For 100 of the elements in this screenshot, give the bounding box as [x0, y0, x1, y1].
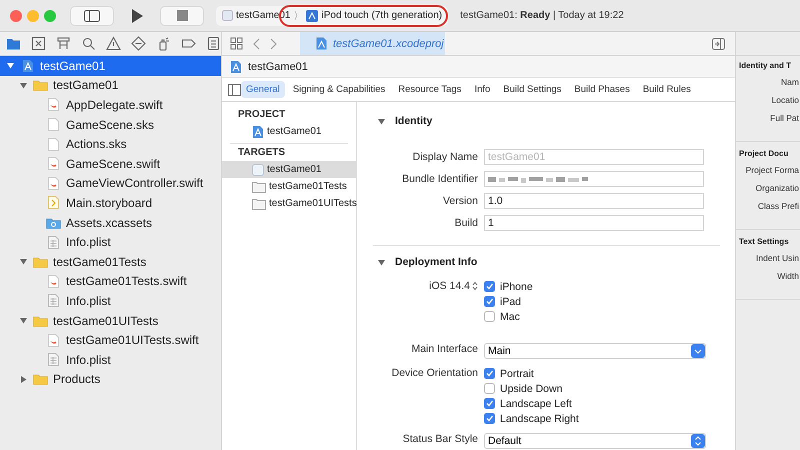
deployment-target[interactable]: iOS 14.4	[429, 280, 470, 292]
settings-tab[interactable]: Info	[469, 81, 496, 98]
stop-button[interactable]	[160, 6, 204, 26]
chevron-icon	[691, 344, 705, 358]
diamond-icon[interactable]	[131, 36, 146, 51]
folder-icon[interactable]	[6, 36, 21, 51]
checkbox[interactable]	[484, 398, 495, 409]
disclosure-triangle-icon[interactable]	[19, 316, 28, 326]
hierarchy-icon[interactable]	[56, 36, 71, 51]
navigator-row[interactable]: testGame01	[0, 56, 221, 76]
checkbox[interactable]	[484, 296, 495, 307]
text-field[interactable]	[484, 171, 704, 187]
file-name: testGame01UITests.swift	[66, 333, 199, 348]
swift-file-icon	[48, 274, 59, 288]
source-control-icon[interactable]	[31, 36, 46, 51]
property-list-icon	[48, 236, 59, 249]
navigator-row[interactable]: testGame01	[0, 76, 221, 96]
inspector-label: Project Forma	[744, 164, 800, 177]
navigator-row[interactable]: Products	[0, 370, 221, 390]
folder-icon	[33, 373, 48, 386]
navigator-row[interactable]: Info.plist	[0, 232, 221, 252]
navigator-row[interactable]: Actions.sks	[0, 134, 221, 154]
project-file-icon	[252, 124, 264, 138]
device-icon	[306, 10, 318, 22]
navigator-row[interactable]: testGame01Tests.swift	[0, 272, 221, 292]
project-file-icon	[22, 58, 34, 73]
checkbox[interactable]	[484, 281, 495, 292]
checkbox-label: Portrait	[500, 368, 534, 380]
device-name[interactable]: iPod touch (7th generation)	[321, 10, 442, 21]
section-header: TARGETS	[237, 146, 286, 160]
inspector-label: Nam	[780, 76, 800, 89]
asset-folder-icon	[46, 216, 61, 229]
settings-tab[interactable]: Build Phases	[569, 81, 635, 98]
checkbox[interactable]	[484, 383, 495, 394]
navigator-row[interactable]: Main.storyboard	[0, 193, 221, 213]
app-target-icon	[252, 164, 264, 176]
checkbox[interactable]	[484, 368, 495, 379]
checkbox[interactable]	[484, 311, 495, 322]
navigator-row[interactable]: Info.plist	[0, 291, 221, 311]
disclosure-triangle-icon[interactable]	[6, 61, 15, 70]
settings-tab[interactable]: Build Settings	[498, 81, 566, 98]
target-item[interactable]: testGame01Tests	[222, 178, 356, 195]
target-name: testGame01	[267, 164, 322, 175]
navigator-row[interactable]: GameScene.swift	[0, 154, 221, 174]
checkbox-label: Landscape Left	[500, 398, 572, 410]
settings-tab[interactable]: Build Rules	[638, 81, 696, 98]
disclosure-triangle-icon[interactable]	[377, 258, 386, 266]
report-icon[interactable]	[206, 36, 221, 51]
target-item[interactable]: testGame01UITests	[222, 195, 356, 212]
text-field[interactable]: 1.0	[484, 193, 704, 209]
inspector-section-title: Identity and T	[738, 60, 792, 72]
search-icon[interactable]	[81, 36, 96, 51]
tab-title: testGame01.xcodeproj	[333, 38, 444, 50]
popup-button[interactable]: Default	[484, 433, 706, 449]
disclosure-triangle-icon[interactable]	[19, 80, 28, 90]
section-title: Identity	[395, 115, 432, 127]
disclosure-triangle-icon[interactable]	[19, 374, 28, 384]
inspector-label: Organizatio	[754, 182, 800, 195]
checkbox[interactable]	[484, 413, 495, 424]
swift-file-icon	[48, 98, 59, 112]
text-field[interactable]: testGame01	[484, 149, 704, 165]
file-name: Assets.xcassets	[66, 216, 152, 230]
sidebar-toggle-button[interactable]	[70, 6, 114, 26]
settings-tab[interactable]: Resource Tags	[393, 81, 466, 98]
text-field[interactable]: 1	[484, 215, 704, 231]
split-editor-icon[interactable]	[712, 38, 725, 50]
popup-button[interactable]: Main	[484, 343, 706, 359]
sidebar-toggle-icon[interactable]	[228, 84, 241, 96]
settings-tab[interactable]: Signing & Capabilities	[288, 81, 390, 98]
navigator-row[interactable]: testGame01UITests.swift	[0, 330, 221, 350]
close-button[interactable]	[10, 10, 22, 22]
navigator-row[interactable]: Assets.xcassets	[0, 212, 221, 232]
file-name: Info.plist	[66, 235, 111, 250]
disclosure-triangle-icon[interactable]	[377, 116, 386, 126]
field-label: Version	[442, 195, 478, 207]
inspector-label: Class Prefi	[756, 200, 800, 213]
project-item[interactable]: testGame01	[222, 123, 356, 140]
file-name: testGame01	[53, 78, 118, 92]
navigator-row[interactable]: Info.plist	[0, 350, 221, 370]
target-item[interactable]: testGame01	[222, 161, 356, 178]
field-label: Display Name	[412, 151, 478, 163]
jump-bar-item[interactable]: testGame01	[248, 60, 308, 72]
settings-tab[interactable]: General	[241, 81, 285, 98]
navigator-row[interactable]: testGame01Tests	[0, 252, 221, 272]
file-name: Info.plist	[66, 294, 111, 308]
warning-icon[interactable]	[106, 36, 121, 51]
navigator-row[interactable]: GameScene.sks	[0, 114, 221, 134]
folder-icon	[33, 256, 48, 268]
file-name: testGame01Tests.swift	[66, 274, 187, 288]
navigator-row[interactable]: AppDelegate.swift	[0, 95, 221, 115]
navigator-row[interactable]: testGame01UITests	[0, 310, 221, 330]
file-name: Main.storyboard	[66, 196, 152, 210]
project-file-icon	[316, 37, 327, 50]
stepper-icon[interactable]	[472, 281, 478, 291]
sidebar-icon	[84, 10, 100, 22]
file-name: AppDelegate.swift	[66, 98, 163, 112]
editor-tab[interactable]: testGame01.xcodeproj	[300, 32, 445, 55]
grid-icon[interactable]	[230, 37, 243, 50]
navigator-row[interactable]: GameViewController.swift	[0, 174, 221, 194]
disclosure-triangle-icon[interactable]	[19, 257, 28, 266]
